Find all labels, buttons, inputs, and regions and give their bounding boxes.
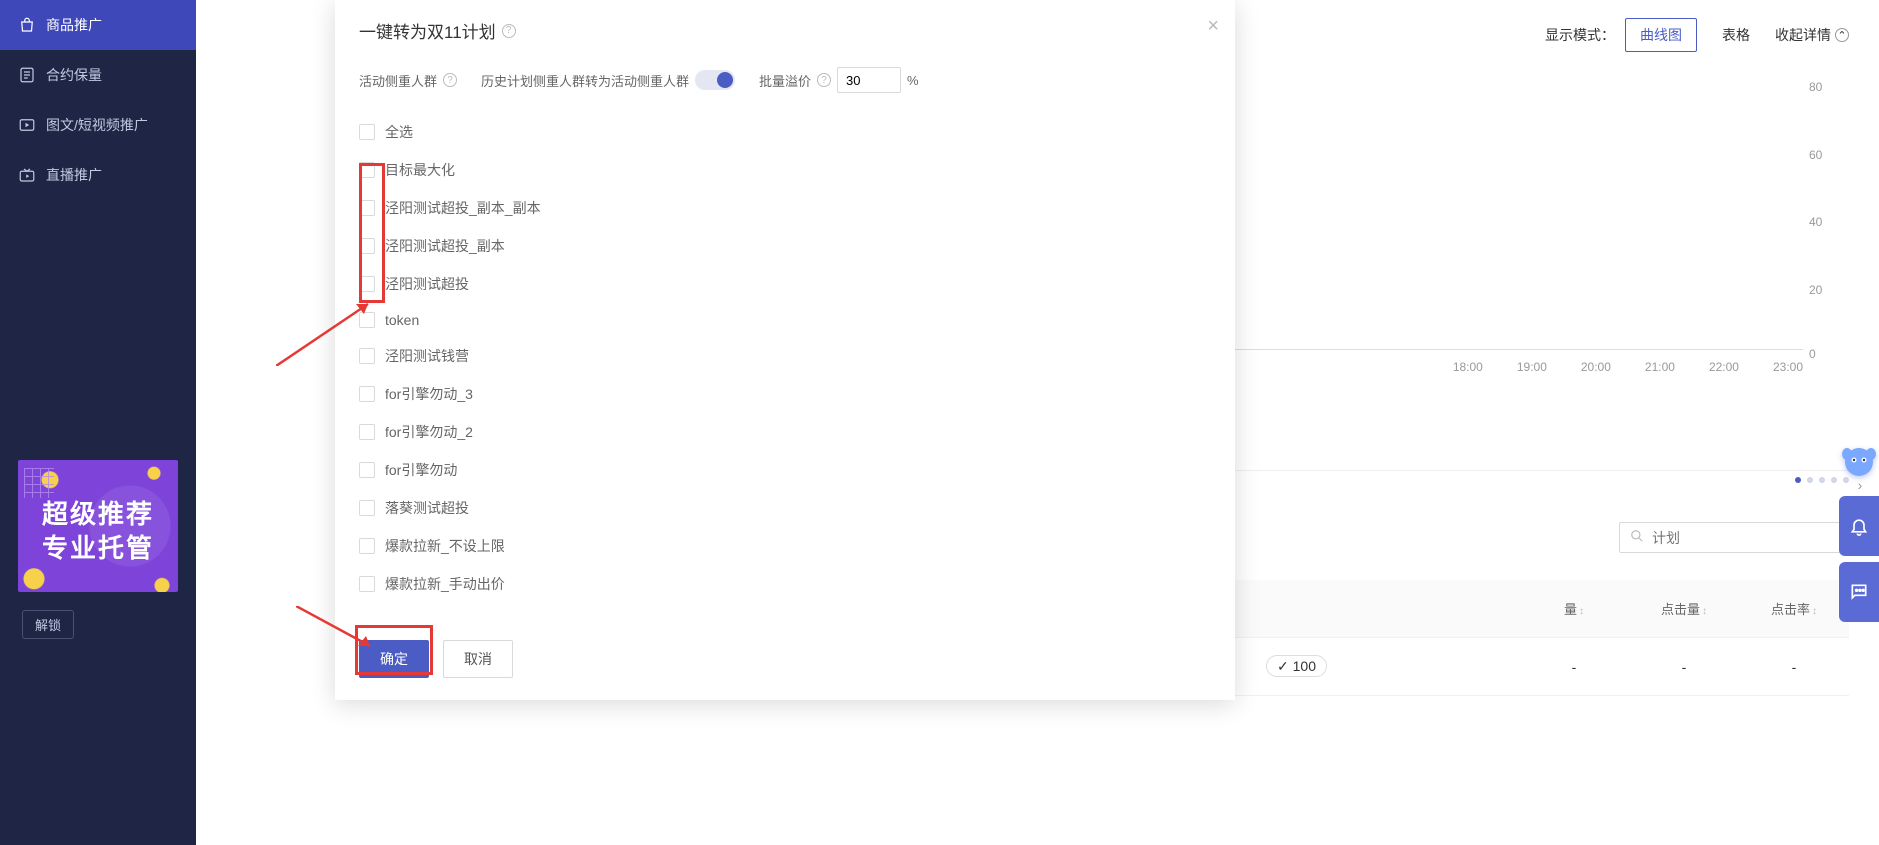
select-all-row[interactable]: 全选 [359,113,1205,151]
item-checkbox[interactable] [359,462,375,478]
opt-history-label: 历史计划侧重人群转为活动侧重人群 [481,71,689,90]
item-checkbox[interactable] [359,500,375,516]
plan-list-item[interactable]: 泾阳测试超投_副本 [359,227,1205,265]
select-all-checkbox[interactable] [359,124,375,140]
close-icon[interactable]: × [1207,16,1219,36]
plan-list-item[interactable]: for引擎勿动_2 [359,413,1205,451]
item-checkbox[interactable] [359,386,375,402]
item-checkbox[interactable] [359,162,375,178]
item-label: 落葵测试超投 [385,498,469,518]
plan-list-item[interactable]: 爆款拉新_不设上限 [359,527,1205,565]
plan-list-item[interactable]: token [359,303,1205,337]
price-input[interactable] [837,67,901,93]
cancel-button[interactable]: 取消 [443,640,513,678]
item-label: for引擎勿动_2 [385,422,473,442]
help-icon[interactable]: ? [502,24,516,38]
plan-list-item[interactable]: 落葵测试超投 [359,489,1205,527]
dialog-title: 一键转为双11计划 [359,18,496,43]
plan-list-item[interactable]: 爆款拉新_手动出价 [359,565,1205,603]
plan-list-item[interactable]: 泾阳测试超投 [359,265,1205,303]
item-checkbox[interactable] [359,576,375,592]
help-icon[interactable]: ? [817,73,831,87]
item-label: 爆款拉新_手动出价 [385,574,505,594]
ok-button[interactable]: 确定 [359,640,429,678]
item-checkbox[interactable] [359,424,375,440]
opt-price-label: 批量溢价 [759,71,811,90]
item-label: for引擎勿动 [385,460,457,480]
item-label: 泾阳测试超投_副本 [385,236,505,256]
item-checkbox[interactable] [359,348,375,364]
plan-list-item[interactable]: 泾阳测试超投_副本_副本 [359,189,1205,227]
help-icon[interactable]: ? [443,73,457,87]
plan-list-item[interactable]: for引擎勿动_3 [359,375,1205,413]
item-checkbox[interactable] [359,538,375,554]
plan-list-item[interactable]: for引擎勿动 [359,451,1205,489]
item-label: 泾阳测试超投 [385,274,469,294]
item-label: token [385,312,419,328]
opt-crowd-label: 活动侧重人群 [359,71,437,90]
item-label: 泾阳测试钱营 [385,346,469,366]
history-switch[interactable] [695,70,735,90]
percent-suffix: % [907,73,919,88]
plan-list-item[interactable]: 目标最大化 [359,151,1205,189]
item-label: 目标最大化 [385,160,455,180]
item-checkbox[interactable] [359,200,375,216]
convert-plan-dialog: 一键转为双11计划 ? × 活动侧重人群 ? 历史计划侧重人群转为活动侧重人群 … [335,0,1235,700]
item-label: 泾阳测试超投_副本_副本 [385,198,541,218]
plan-list[interactable]: 全选 目标最大化泾阳测试超投_副本_副本泾阳测试超投_副本泾阳测试超投 token… [359,113,1211,616]
plan-list-item[interactable]: 泾阳测试钱营 [359,337,1205,375]
item-label: 爆款拉新_不设上限 [385,536,505,556]
item-checkbox[interactable] [359,238,375,254]
item-label: for引擎勿动_3 [385,384,473,404]
item-checkbox[interactable] [359,276,375,292]
item-checkbox[interactable] [359,312,375,328]
